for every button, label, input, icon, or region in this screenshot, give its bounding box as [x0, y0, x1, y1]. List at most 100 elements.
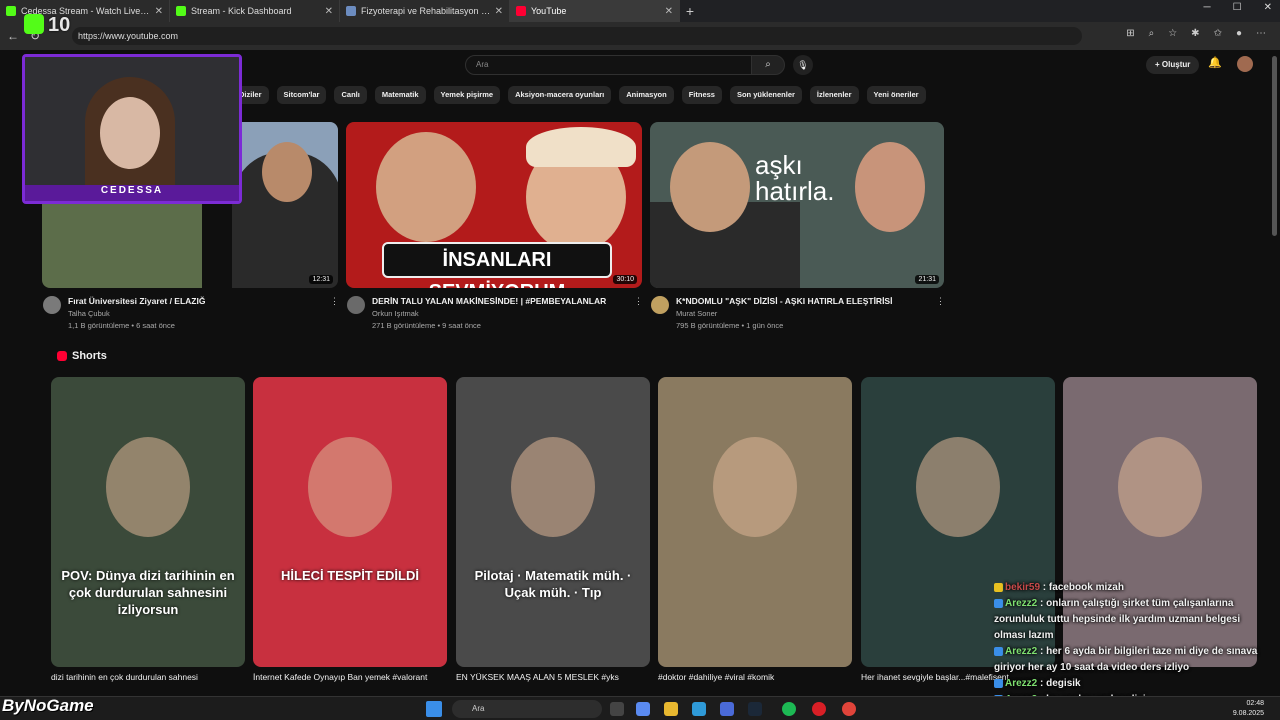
menu-icon[interactable]: ⋯	[1256, 28, 1266, 39]
duration-badge: 30:10	[613, 275, 637, 284]
short-title[interactable]: #doktor #dahiliye #viral #komik	[658, 672, 838, 682]
close-window-icon[interactable]: ✕	[1264, 2, 1272, 13]
category-chip[interactable]: Canlı	[334, 86, 367, 104]
chat-separator: :	[1040, 582, 1049, 593]
short-thumbnail[interactable]: POV: Dünya dizi tarihinin en çok durduru…	[51, 377, 245, 667]
chat-message: Arezz2 : degisik	[994, 676, 1274, 692]
video-thumbnail[interactable]: aşkı hatırla. 21:31	[650, 122, 944, 288]
create-button[interactable]: + Oluştur	[1146, 56, 1200, 74]
window-controls: ─ ☐ ✕	[1204, 2, 1272, 13]
video-title[interactable]: Fırat Üniversitesi Ziyaret / ELAZIĞ	[68, 296, 205, 306]
short-thumbnail[interactable]: Pilotaj · Matematik müh. · Uçak müh. · T…	[456, 377, 650, 667]
kick-icon	[176, 6, 186, 16]
app-icon[interactable]: ⊞	[1126, 28, 1134, 39]
category-chip[interactable]: Animasyon	[619, 86, 674, 104]
tab-label: YouTube	[531, 6, 567, 16]
file-explorer-icon[interactable]	[664, 702, 678, 716]
channel-name[interactable]: Murat Soner	[676, 309, 717, 318]
copilot-icon[interactable]	[636, 702, 650, 716]
address-bar-row: ← ↻ https://www.youtube.com ⊞ ⌕ ☆ ✱ ✩ ● …	[0, 22, 1280, 50]
chat-username: Arezz2	[1005, 646, 1038, 657]
category-chip[interactable]: Yemek pişirme	[433, 86, 501, 104]
video-thumbnail[interactable]: İNSANLARI SEVMİYORUM 30:10	[346, 122, 642, 288]
favorites-icon[interactable]: ✩	[1214, 28, 1222, 39]
video-title[interactable]: K*NDOMLU "AŞK" DİZİSİ - AŞKI HATIRLA ELE…	[676, 296, 892, 306]
search-input[interactable]: Ara	[465, 55, 752, 75]
chat-username: Arezz2	[1005, 598, 1038, 609]
short-caption: POV: Dünya dizi tarihinin en çok durduru…	[61, 568, 235, 617]
category-chip[interactable]: Son yüklenenler	[729, 86, 802, 104]
more-options-icon[interactable]: ⋮	[634, 296, 643, 307]
chat-text: degisik	[1046, 678, 1081, 689]
windows-start-icon[interactable]	[426, 701, 442, 717]
category-chip[interactable]: İzlenenler	[809, 86, 859, 104]
close-icon[interactable]: ✕	[155, 6, 163, 17]
store-icon[interactable]	[720, 702, 734, 716]
short-figure	[713, 437, 797, 537]
chat-separator: :	[1037, 678, 1047, 689]
short-caption: HİLECİ TESPİT EDİLDİ	[281, 568, 419, 583]
kick-icon	[6, 6, 16, 16]
channel-name[interactable]: Orkun Işıtmak	[372, 309, 419, 318]
tab-kick-dashboard[interactable]: Stream - Kick Dashboard ✕	[170, 0, 340, 22]
category-chip[interactable]: Aksiyon-macera oyunları	[508, 86, 612, 104]
system-clock[interactable]: 02:48 9.08.2025	[1233, 699, 1264, 719]
shorts-icon	[57, 351, 67, 361]
task-view-icon[interactable]	[610, 702, 624, 716]
new-tab-button[interactable]: +	[680, 3, 700, 19]
duration-badge: 12:31	[309, 275, 333, 284]
short-thumbnail[interactable]: HİLECİ TESPİT EDİLDİ	[253, 377, 447, 667]
zoom-icon[interactable]: ⌕	[1149, 28, 1155, 39]
close-icon[interactable]: ✕	[495, 6, 503, 17]
chat-badge-icon	[994, 582, 1003, 592]
clock-time: 02:48	[1246, 700, 1264, 707]
category-chip[interactable]: Yeni öneriler	[866, 86, 926, 104]
more-options-icon[interactable]: ⋮	[330, 296, 339, 307]
maximize-icon[interactable]: ☐	[1233, 2, 1242, 13]
tab-fizyoterapi[interactable]: Fizyoterapi ve Rehabilitasyon 2025 ✕	[340, 0, 510, 22]
profile-icon[interactable]: ●	[1236, 28, 1242, 39]
edge-icon[interactable]	[692, 702, 706, 716]
steam-icon[interactable]	[748, 702, 762, 716]
favorite-icon[interactable]: ☆	[1168, 28, 1177, 39]
search-button[interactable]: ⌕	[751, 55, 785, 75]
voice-search-button[interactable]: 🎙	[793, 55, 813, 75]
tab-youtube[interactable]: YouTube ✕	[510, 0, 680, 22]
chat-badge-icon	[994, 678, 1003, 688]
chrome-icon[interactable]	[842, 702, 856, 716]
page-scrollbar[interactable]	[1272, 56, 1277, 236]
channel-avatar[interactable]	[347, 296, 365, 314]
category-chip[interactable]: Fitness	[681, 86, 722, 104]
category-chip[interactable]: Matematik	[374, 86, 426, 104]
extensions-icon[interactable]: ✱	[1191, 28, 1199, 39]
close-icon[interactable]: ✕	[325, 6, 333, 17]
short-thumbnail[interactable]	[658, 377, 852, 667]
account-avatar[interactable]	[1237, 56, 1253, 72]
short-title[interactable]: dizi tarihinin en çok durdurulan sahnesi	[51, 672, 231, 682]
taskbar-search[interactable]: Ara	[452, 700, 602, 718]
notifications-bell-icon[interactable]: 🔔	[1208, 56, 1222, 69]
chat-message: bekir59 : facebook mizah	[994, 580, 1274, 596]
category-chip[interactable]: Sitcom'lar	[276, 86, 327, 104]
close-icon[interactable]: ✕	[665, 6, 673, 17]
chat-text: facebook mizah	[1048, 582, 1124, 593]
spotify-icon[interactable]	[782, 702, 796, 716]
document-icon	[346, 6, 356, 16]
kick-logo-icon	[24, 14, 44, 34]
video-meta: 795 B görüntüleme • 1 gün önce	[676, 321, 784, 330]
mic-icon: 🎙	[797, 60, 809, 70]
channel-avatar[interactable]	[651, 296, 669, 314]
short-title[interactable]: İnternet Kafede Oynayıp Ban yemek #valor…	[253, 672, 433, 682]
minimize-icon[interactable]: ─	[1204, 2, 1211, 13]
video-title[interactable]: DERİN TALU YALAN MAKİNESİNDE! | #PEMBEYA…	[372, 296, 606, 306]
chat-badge-icon	[994, 646, 1003, 656]
channel-avatar[interactable]	[43, 296, 61, 314]
more-options-icon[interactable]: ⋮	[936, 296, 945, 307]
obs-icon[interactable]	[812, 702, 826, 716]
url-field[interactable]: https://www.youtube.com	[72, 27, 1082, 45]
back-icon[interactable]: ←	[4, 29, 22, 43]
channel-name[interactable]: Talha Çubuk	[68, 309, 110, 318]
create-label: Oluştur	[1161, 60, 1191, 69]
short-title[interactable]: EN YÜKSEK MAAŞ ALAN 5 MESLEK #yks	[456, 672, 636, 682]
duration-badge: 21:31	[915, 275, 939, 284]
